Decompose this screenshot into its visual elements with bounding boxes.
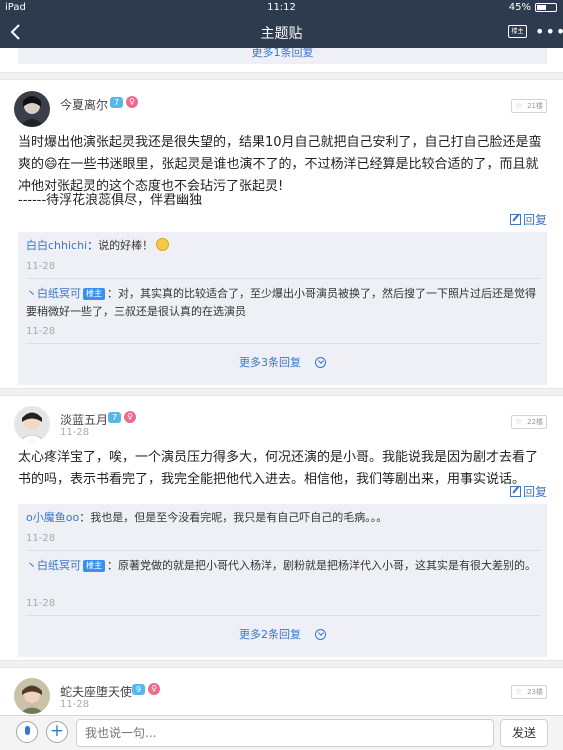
only-op-button[interactable]: 楼主 [508,25,527,38]
avatar[interactable] [14,406,50,442]
floor-number: 22楼 [511,415,547,429]
smiley-emoji-icon [156,238,170,251]
more-menu-icon[interactable]: ••• [535,22,563,41]
female-icon: ♀ [126,96,138,108]
comment-text: ：原著党做的就是把小哥代入杨洋，剧粉就是把杨洋代入小哥，这其实是有很大差别的。 [107,559,536,572]
comment-divider [26,343,541,344]
comment-author[interactable]: 丶白纸冥可 [26,287,81,300]
level-badge: 7 [110,97,123,108]
edit-icon [510,486,521,497]
battery-percent: 45% [508,2,531,13]
more-replies-button[interactable]: 更多3条回复 [18,354,547,370]
reply-button[interactable]: 回复 [510,483,547,500]
reply-input-bar: + 发送 [0,715,563,750]
comment-divider [26,278,541,279]
comment-box: o小魔鱼oo：我也是，但是至今没看完呢，我只是有自己吓自己的毛病。。。 11-2… [18,504,547,657]
comment-divider [26,615,541,616]
more-replies-label: 更多2条回复 [239,628,301,641]
avatar[interactable] [14,91,50,127]
battery-indicator: 45% [509,2,557,13]
previous-more-replies[interactable]: 更多1条回复 [18,48,547,64]
more-replies-label: 更多3条回复 [239,356,301,369]
comment-author[interactable]: 白白chhichi [26,239,87,252]
comment-item[interactable]: 丶白纸冥可 楼主 ：对，其实真的比较适合了，至少爆出小哥演员被换了，然后搜了一下照片… [26,285,541,321]
comment-date: 11-28 [26,598,56,609]
comment-author[interactable]: 丶白纸冥可 [26,559,81,572]
reply-input[interactable] [76,719,494,747]
reply-button[interactable]: 回复 [510,211,547,228]
status-bar: iPad 11:12 45% [0,0,563,16]
username[interactable]: 蛇夫座堕天使 [60,683,132,700]
female-icon: ♀ [148,683,160,695]
comment-text: ：说的好棒！ [87,239,154,252]
reply-label: 回复 [523,485,548,499]
op-badge: 楼主 [83,560,105,572]
thread-content: 更多1条回复 今夏离尔 7 ♀ 21楼 当时爆出他演张起灵我还是很失望的，结果1… [0,48,563,715]
comment-date: 11-28 [26,326,56,337]
nav-bar: 主题贴 楼主 ••• [0,16,563,48]
page-title: 主题贴 [260,26,303,42]
comment-date: 11-28 [26,261,56,272]
floor-number: 23楼 [511,685,547,699]
clock: 11:12 [267,2,296,13]
level-badge: 9 [132,684,145,695]
microphone-icon[interactable] [16,721,38,743]
username[interactable]: 今夏离尔 [60,96,108,113]
post-separator [0,72,563,80]
chevron-down-icon [315,629,326,640]
post-signature: ------待浮花浪蕊俱尽，伴君幽独 [18,193,203,208]
comment-item[interactable]: o小魔鱼oo：我也是，但是至今没看完呢，我只是有自己吓自己的毛病。。。 [26,509,541,527]
floor-number: 21楼 [511,99,547,113]
post-date: 11-28 [60,427,90,438]
comment-divider [26,550,541,551]
more-replies-button[interactable]: 更多2条回复 [18,626,547,642]
post-text: 当时爆出他演张起灵我还是很失望的，结果10月自己就把自己安利了，自己打自己脸还是… [18,135,542,194]
comment-item[interactable]: 丶白纸冥可 楼主 ：原著党做的就是把小哥代入杨洋，剧粉就是把杨洋代入小哥，这其实是有… [26,557,541,575]
comment-text: ：我也是，但是至今没看完呢，我只是有自己吓自己的毛病。。。 [79,511,388,524]
comment-item[interactable]: 白白chhichi：说的好棒！ [26,237,541,255]
comment-author[interactable]: o小魔鱼oo [26,511,79,524]
send-button[interactable]: 发送 [500,719,548,747]
battery-icon [535,3,557,12]
add-attachment-icon[interactable]: + [46,721,68,743]
post-date: 11-28 [60,699,90,710]
reply-label: 回复 [523,213,548,227]
comment-box: 白白chhichi：说的好棒！ 11-28 丶白纸冥可 楼主 ：对，其实真的比较适合… [18,232,547,385]
female-icon: ♀ [124,411,136,423]
chevron-down-icon [315,357,326,368]
op-badge: 楼主 [83,288,105,300]
comment-date: 11-28 [26,533,56,544]
post-separator [0,660,563,668]
level-badge: 7 [108,412,121,423]
post-separator [0,388,563,396]
username[interactable]: 淡蓝五月 [60,411,108,428]
edit-icon [510,214,521,225]
avatar[interactable] [14,678,50,714]
